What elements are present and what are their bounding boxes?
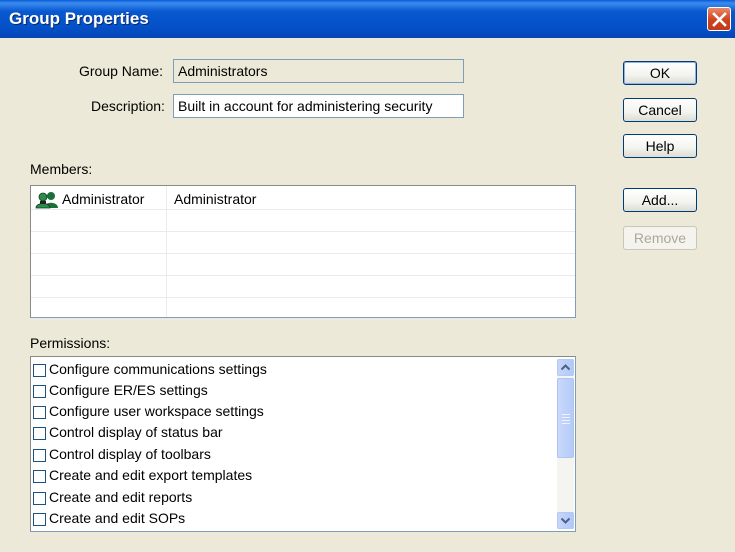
permission-checkbox[interactable]	[33, 449, 46, 462]
permission-label: Configure ER/ES settings	[49, 382, 208, 398]
title-bar[interactable]: Group Properties	[0, 0, 735, 38]
permission-checkbox[interactable]	[33, 470, 46, 483]
help-button[interactable]: Help	[623, 134, 697, 158]
permission-checkbox[interactable]	[33, 385, 46, 398]
chevron-up-icon	[560, 364, 571, 371]
member-full-name: Administrator	[174, 191, 257, 207]
chevron-down-icon	[560, 517, 571, 524]
permission-checkbox[interactable]	[33, 364, 46, 377]
permission-label: Create and edit SOPs	[49, 510, 186, 526]
members-list[interactable]: Administrator Administrator	[30, 185, 576, 320]
window-title: Group Properties	[9, 9, 149, 28]
permission-checkbox[interactable]	[33, 492, 46, 505]
close-button[interactable]	[707, 7, 731, 31]
member-row-empty	[31, 210, 575, 232]
group-name-label: Group Name:	[79, 63, 164, 79]
group-name-field: Administrators	[173, 59, 464, 83]
permission-label: Create and edit reports	[49, 489, 193, 505]
member-row-empty	[31, 298, 575, 320]
close-icon	[712, 12, 727, 27]
permission-label: Create and edit export templates	[49, 467, 253, 483]
permissions-list[interactable]: Configure communications settings Config…	[30, 356, 576, 532]
ok-button[interactable]: OK	[623, 61, 697, 85]
remove-button: Remove	[623, 226, 697, 250]
scroll-down-button[interactable]	[557, 512, 574, 529]
permissions-label: Permissions:	[30, 335, 111, 351]
member-row[interactable]: Administrator Administrator	[31, 188, 575, 210]
permission-checkbox[interactable]	[33, 427, 46, 440]
scroll-thumb[interactable]	[557, 378, 574, 458]
members-label: Members:	[30, 161, 93, 177]
member-name: Administrator	[62, 191, 145, 207]
permissions-scrollbar[interactable]	[557, 359, 574, 529]
group-properties-dialog: Group Properties Group Name: Administrat…	[0, 0, 735, 552]
add-button[interactable]: Add...	[623, 188, 697, 212]
scroll-up-button[interactable]	[557, 359, 574, 376]
member-row-empty	[31, 254, 575, 276]
description-label: Description:	[91, 98, 165, 114]
permission-label: Control display of toolbars	[49, 446, 211, 462]
permission-label: Configure user workspace settings	[49, 403, 264, 419]
permission-label: Configure communications settings	[49, 361, 267, 377]
permission-label: Control display of status bar	[49, 424, 223, 440]
permission-checkbox[interactable]	[33, 406, 46, 419]
member-row-empty	[31, 232, 575, 254]
description-field[interactable]: Built in account for administering secur…	[173, 94, 464, 118]
users-icon	[35, 191, 61, 212]
permission-checkbox[interactable]	[33, 513, 46, 526]
cancel-button[interactable]: Cancel	[623, 98, 697, 122]
member-row-empty	[31, 276, 575, 298]
